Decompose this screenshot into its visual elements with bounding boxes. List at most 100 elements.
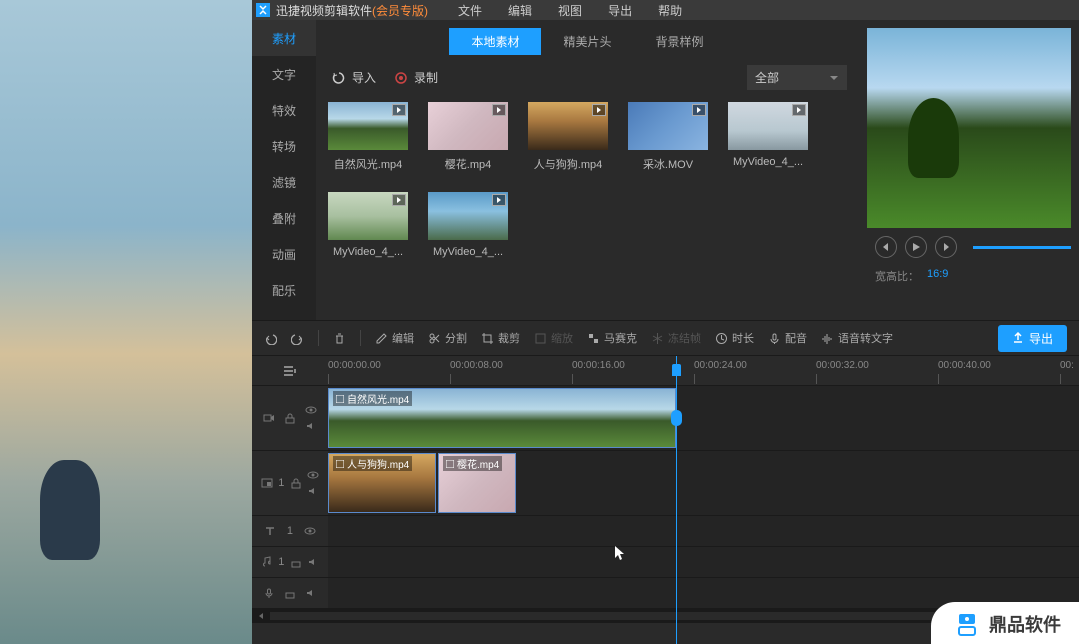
mute-icon[interactable]	[307, 485, 319, 497]
mute-icon[interactable]	[305, 587, 317, 599]
video-icon	[263, 412, 275, 424]
tab-effects[interactable]: 特效	[252, 92, 316, 128]
media-label: MyVideo_4_...	[328, 246, 408, 258]
menu-export[interactable]: 导出	[608, 2, 632, 19]
time-tick: 00:	[1060, 360, 1074, 371]
undo-button[interactable]	[264, 332, 277, 345]
export-button[interactable]: 导出	[998, 325, 1067, 352]
tab-overlay[interactable]: 叠附	[252, 200, 316, 236]
menu-help[interactable]: 帮助	[658, 2, 682, 19]
lock-icon[interactable]	[284, 587, 296, 599]
scroll-left-icon[interactable]	[256, 611, 266, 621]
time-ruler-ticks[interactable]: 00:00:00.0000:00:08.0000:00:16.0000:00:2…	[328, 356, 1079, 385]
eye-icon[interactable]	[307, 469, 319, 481]
media-item[interactable]: MyVideo_4_...	[728, 102, 808, 172]
next-frame-button[interactable]	[935, 236, 957, 258]
mouse-cursor	[615, 546, 627, 562]
tab-music[interactable]: 配乐	[252, 272, 316, 308]
prev-frame-button[interactable]	[875, 236, 897, 258]
track-head[interactable]: 1	[252, 516, 328, 546]
menu-view[interactable]: 视图	[558, 2, 582, 19]
background-photo	[0, 0, 252, 644]
media-item[interactable]: 自然风光.mp4	[328, 102, 408, 172]
import-button[interactable]: 导入	[332, 69, 376, 86]
track-body[interactable]: 自然风光.mp4	[328, 386, 1079, 450]
separator	[318, 330, 319, 346]
clip-dog[interactable]: 人与狗狗.mp4	[328, 453, 436, 513]
lock-icon[interactable]	[284, 412, 296, 424]
eye-icon[interactable]	[304, 525, 316, 537]
play-badge-icon	[392, 194, 406, 206]
menu-icon	[282, 363, 298, 379]
lock-icon[interactable]	[290, 477, 302, 489]
edit-button[interactable]: 编辑	[375, 330, 414, 346]
media-item[interactable]: MyVideo_4_...	[328, 192, 408, 258]
playhead-handle[interactable]	[671, 410, 682, 426]
watermark-text: 鼎品软件	[989, 611, 1061, 637]
zoom-button[interactable]: 缩放	[534, 330, 573, 346]
track-body[interactable]: 人与狗狗.mp4 樱花.mp4	[328, 451, 1079, 515]
play-badge-icon	[492, 104, 506, 116]
time-ruler[interactable]: 00:00:00.0000:00:08.0000:00:16.0000:00:2…	[252, 356, 1079, 386]
subtab-background[interactable]: 背景样例	[634, 28, 726, 55]
playhead[interactable]	[676, 356, 677, 644]
track-head[interactable]	[252, 578, 328, 608]
preview-controls	[867, 236, 1071, 258]
track-body[interactable]	[328, 547, 1079, 577]
media-item[interactable]: 樱花.mp4	[428, 102, 508, 172]
media-grid: 自然风光.mp4 樱花.mp4 人与狗狗.mp4 采冰.MOV MyVideo_4_..…	[328, 102, 847, 258]
crop-button[interactable]: 裁剪	[481, 330, 520, 346]
clip-nature[interactable]: 自然风光.mp4	[328, 388, 676, 448]
redo-button[interactable]	[291, 332, 304, 345]
eye-icon[interactable]	[305, 404, 317, 416]
menu-edit[interactable]: 编辑	[508, 2, 532, 19]
media-item[interactable]: 人与狗狗.mp4	[528, 102, 608, 172]
clip-sakura[interactable]: 樱花.mp4	[438, 453, 516, 513]
tab-text[interactable]: 文字	[252, 56, 316, 92]
tab-animation[interactable]: 动画	[252, 236, 316, 272]
track-head[interactable]: 1	[252, 547, 328, 577]
track-head[interactable]	[252, 386, 328, 450]
mosaic-button[interactable]: 马赛克	[587, 330, 637, 346]
edit-toolbar: 编辑 分割 裁剪 缩放 马赛克 冻结帧 时长 配音 语音转文字 导出	[252, 320, 1079, 356]
media-thumbnail	[628, 102, 708, 150]
track-head[interactable]: 1	[252, 451, 328, 515]
freeze-button[interactable]: 冻结帧	[651, 330, 701, 346]
timeline: 00:00:00.0000:00:08.0000:00:16.0000:00:2…	[252, 356, 1079, 644]
tab-transition[interactable]: 转场	[252, 128, 316, 164]
filter-dropdown[interactable]: 全部	[747, 65, 847, 90]
media-label: MyVideo_4_...	[728, 156, 808, 168]
tab-filter[interactable]: 滤镜	[252, 164, 316, 200]
track-body[interactable]	[328, 516, 1079, 546]
mute-icon[interactable]	[305, 420, 317, 432]
record-button[interactable]: 录制	[394, 69, 438, 86]
delete-button[interactable]	[333, 332, 346, 345]
timeline-options-button[interactable]	[252, 356, 328, 385]
dub-button[interactable]: 配音	[768, 330, 807, 346]
chevron-down-icon	[829, 75, 839, 81]
video-track-2: 1 人与狗狗.mp4 樱花.mp4	[252, 451, 1079, 516]
media-label: 人与狗狗.mp4	[528, 156, 608, 172]
subtab-local[interactable]: 本地素材	[449, 28, 541, 55]
lock-icon[interactable]	[290, 556, 302, 568]
play-button[interactable]	[905, 236, 927, 258]
menu-file[interactable]: 文件	[458, 2, 482, 19]
preview-seek-bar[interactable]	[973, 246, 1071, 249]
main-menu: 文件 编辑 视图 导出 帮助	[458, 2, 682, 19]
time-tick: 00:00:24.00	[694, 360, 747, 371]
video-track-1: 自然风光.mp4	[252, 386, 1079, 451]
mute-icon[interactable]	[307, 556, 319, 568]
subtab-intro[interactable]: 精美片头	[541, 28, 633, 55]
preview-panel: 宽高比： 16:9	[859, 20, 1079, 320]
tab-material[interactable]: 素材	[252, 20, 316, 56]
time-tick: 00:00:32.00	[816, 360, 869, 371]
split-button[interactable]: 分割	[428, 330, 467, 346]
play-badge-icon	[792, 104, 806, 116]
track-number: 1	[278, 477, 284, 489]
duration-button[interactable]: 时长	[715, 330, 754, 346]
aspect-ratio-value[interactable]: 16:9	[927, 268, 948, 284]
media-item[interactable]: MyVideo_4_...	[428, 192, 508, 258]
audio-track: 1	[252, 547, 1079, 578]
media-item[interactable]: 采冰.MOV	[628, 102, 708, 172]
speech-to-text-button[interactable]: 语音转文字	[821, 330, 893, 346]
